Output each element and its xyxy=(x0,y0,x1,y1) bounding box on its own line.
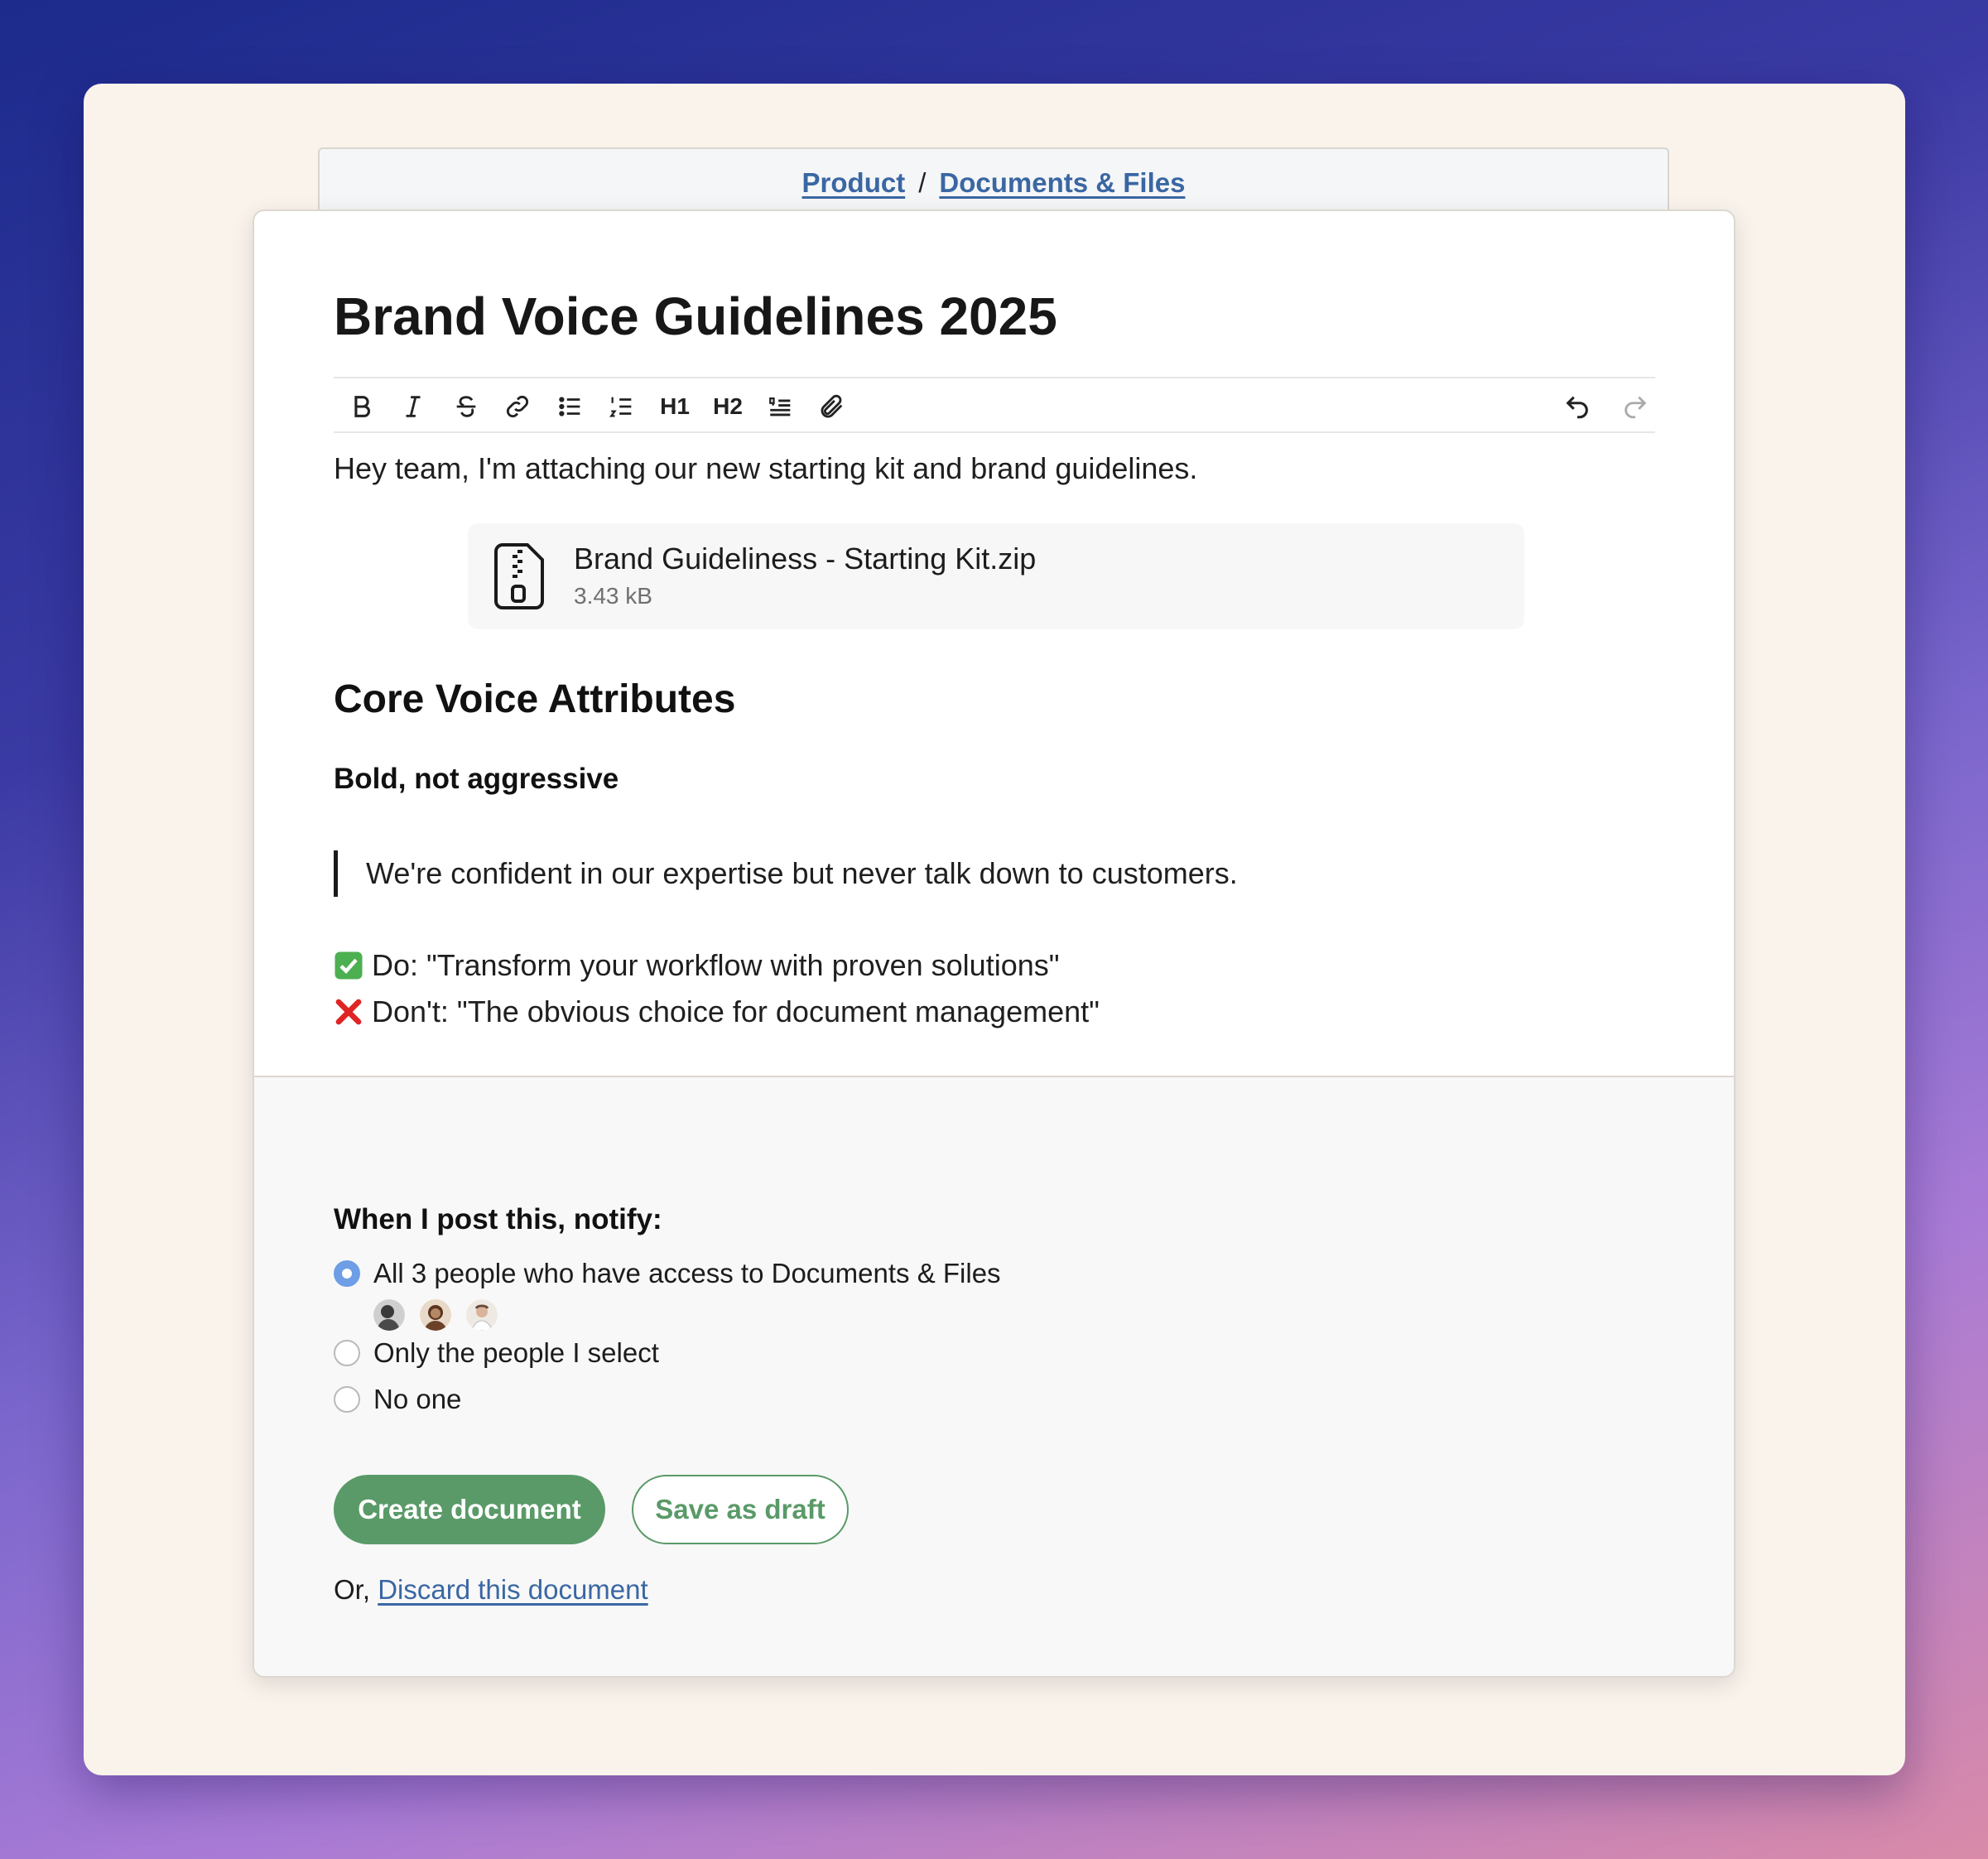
editor-toolbar: H1 H2 xyxy=(334,377,1655,433)
bullet-list-icon[interactable] xyxy=(552,388,589,425)
notify-option-label: All 3 people who have access to Document… xyxy=(373,1258,1001,1288)
document-editor-card: Brand Voice Guidelines 2025 H1 H2 Hey te… xyxy=(253,209,1735,1678)
notify-option-label: No one xyxy=(373,1384,462,1414)
cross-mark-icon xyxy=(334,997,363,1027)
quote-icon[interactable] xyxy=(763,388,799,425)
do-text: Do: "Transform your workflow with proven… xyxy=(372,948,1060,982)
radio-button[interactable] xyxy=(334,1340,360,1366)
do-line[interactable]: Do: "Transform your workflow with proven… xyxy=(334,948,1060,983)
blockquote[interactable]: We're confident in our expertise but nev… xyxy=(334,850,1238,897)
avatar xyxy=(466,1299,498,1331)
radio-button[interactable] xyxy=(334,1386,360,1413)
notify-option-select[interactable]: Only the people I select xyxy=(334,1337,659,1369)
discard-document-link[interactable]: Discard this document xyxy=(378,1574,647,1605)
italic-icon[interactable] xyxy=(395,388,431,425)
heading2-label: H2 xyxy=(713,393,743,419)
section-heading[interactable]: Core Voice Attributes xyxy=(334,677,735,722)
strikethrough-icon[interactable] xyxy=(448,388,484,425)
discard-prefix: Or, xyxy=(334,1574,371,1605)
avatar xyxy=(420,1299,451,1331)
notify-label: When I post this, notify: xyxy=(334,1203,662,1235)
file-size: 3.43 kB xyxy=(574,583,652,609)
redo-icon[interactable] xyxy=(1617,388,1653,425)
avatar xyxy=(373,1299,405,1331)
heading1-label: H1 xyxy=(660,393,690,419)
breadcrumb-product-link[interactable]: Product xyxy=(802,167,906,198)
avatar-group xyxy=(373,1299,498,1331)
bold-icon[interactable] xyxy=(344,388,380,425)
zip-file-icon xyxy=(494,543,544,609)
numbered-list-icon[interactable] xyxy=(604,388,640,425)
link-icon[interactable] xyxy=(499,388,536,425)
radio-button[interactable] xyxy=(334,1260,360,1287)
undo-icon[interactable] xyxy=(1559,388,1596,425)
create-document-button[interactable]: Create document xyxy=(334,1475,605,1544)
breadcrumb-documents-link[interactable]: Documents & Files xyxy=(939,167,1185,198)
attachment-icon[interactable] xyxy=(814,388,850,425)
dont-text: Don't: "The obvious choice for document … xyxy=(372,995,1100,1028)
heading1-icon[interactable]: H1 xyxy=(657,388,693,425)
document-title[interactable]: Brand Voice Guidelines 2025 xyxy=(334,286,1057,347)
discard-row: Or, Discard this document xyxy=(334,1574,648,1606)
file-attachment[interactable]: Brand Guideliness - Starting Kit.zip 3.4… xyxy=(468,523,1524,629)
check-mark-icon xyxy=(334,951,363,980)
notify-option-label: Only the people I select xyxy=(373,1337,659,1368)
heading2-icon[interactable]: H2 xyxy=(710,388,746,425)
dont-line[interactable]: Don't: "The obvious choice for document … xyxy=(334,995,1100,1029)
breadcrumb-separator: / xyxy=(918,167,927,198)
subheading[interactable]: Bold, not aggressive xyxy=(334,763,619,796)
intro-text[interactable]: Hey team, I'm attaching our new starting… xyxy=(334,451,1197,486)
notify-option-all[interactable]: All 3 people who have access to Document… xyxy=(334,1258,1001,1289)
save-draft-button[interactable]: Save as draft xyxy=(632,1475,849,1544)
file-name: Brand Guideliness - Starting Kit.zip xyxy=(574,542,1037,576)
notify-option-none[interactable]: No one xyxy=(334,1384,461,1415)
